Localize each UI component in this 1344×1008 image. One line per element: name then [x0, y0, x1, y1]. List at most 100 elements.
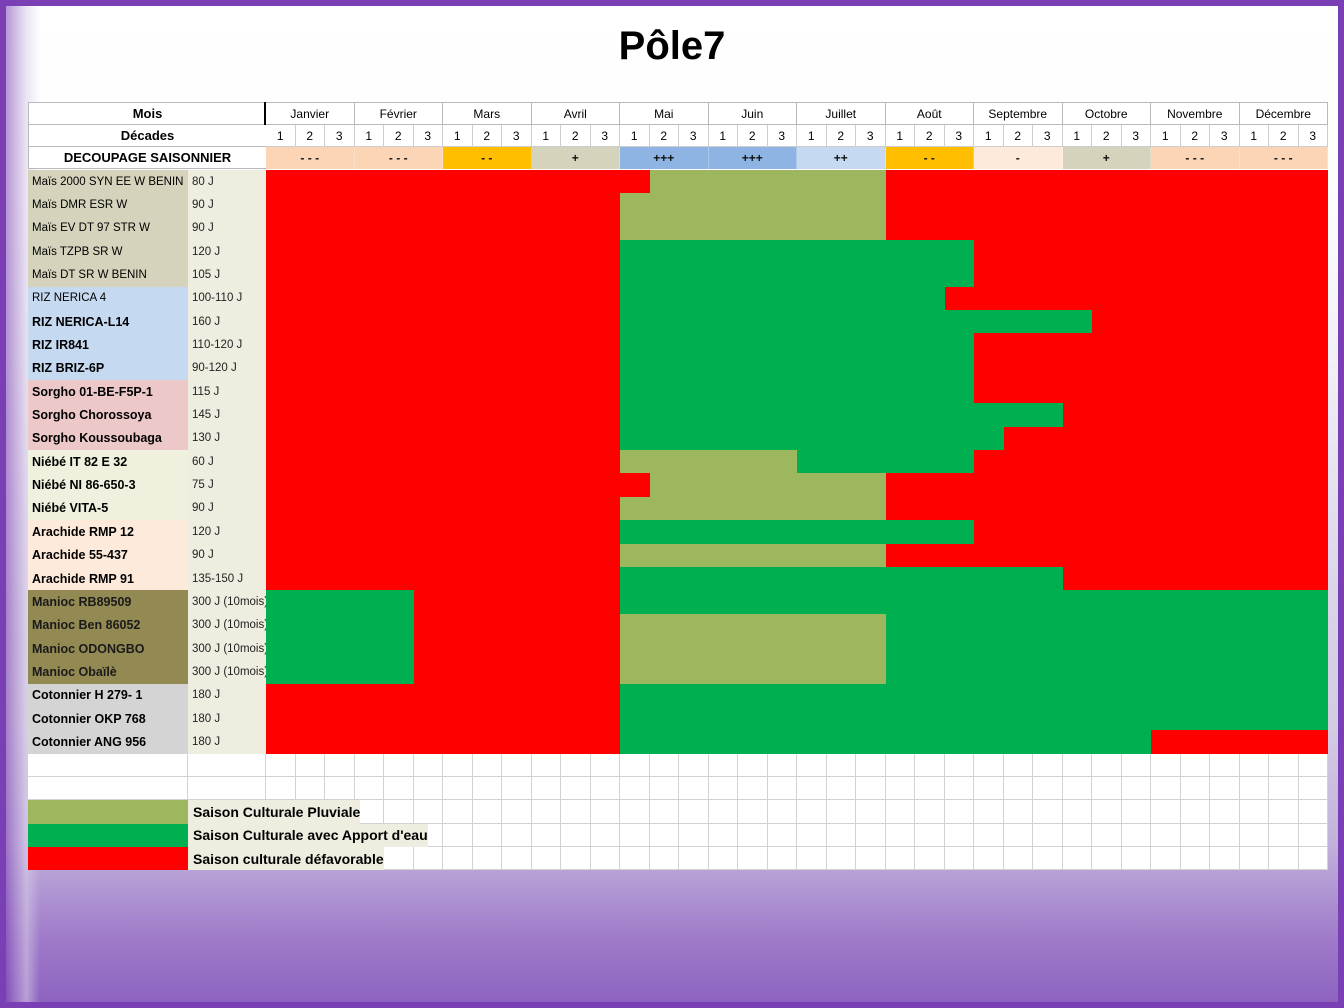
gantt-segment-pluviale: [620, 450, 797, 474]
crop-label-column: Maïs 2000 SYN EE W BENIN 80 J Maïs DMR ESR…: [28, 170, 266, 754]
gantt-row: [266, 496, 1328, 521]
empty-grid-cell: [413, 753, 443, 778]
crop-row-label: Sorgho Koussoubaga 130 J: [28, 426, 266, 451]
seasonal-cell-mars: - -: [443, 147, 532, 169]
empty-grid-cell: [1033, 800, 1063, 824]
empty-grid-cell: [708, 777, 738, 801]
empty-grid-cell: [590, 777, 620, 801]
empty-grid-cell: [1151, 847, 1181, 871]
header-label-decades: Décades: [28, 125, 266, 147]
gantt-segment-apport_eau: [620, 380, 974, 404]
empty-grid-cell: [679, 800, 709, 824]
empty-grid-cell: [590, 847, 620, 871]
empty-grid-cell: [354, 753, 384, 778]
empty-grid-cell: [944, 753, 974, 778]
empty-grid-cell: [944, 823, 974, 848]
gantt-row: [266, 683, 1328, 707]
legend-row: Saison culturale défavorable: [28, 847, 428, 871]
empty-grid-cell: [1151, 823, 1181, 848]
decade-header-février-2: 2: [384, 125, 414, 147]
gantt-row: [266, 170, 1328, 194]
empty-grid-cell: [915, 777, 945, 801]
empty-grid-cell: [1003, 800, 1033, 824]
decade-header-juin-3: 3: [767, 125, 797, 147]
decade-header-avril-3: 3: [590, 125, 620, 147]
crop-row-label: Cotonnier OKP 768 180 J: [28, 706, 266, 731]
empty-grid-cell: [384, 753, 414, 778]
empty-grid-cell: [620, 847, 650, 871]
empty-grid-cell: [443, 753, 473, 778]
legend-label: Saison culturale défavorable: [188, 847, 384, 871]
crop-duration: 90 J: [188, 193, 266, 217]
seasonal-cell-avril: +: [531, 147, 620, 169]
gantt-segment-apport_eau: [620, 566, 1063, 591]
gantt-segment-pluviale: [620, 660, 886, 684]
empty-grid-cell: [679, 847, 709, 871]
empty-grid-cell: [915, 823, 945, 848]
gantt-segment-pluviale: [620, 216, 886, 241]
gantt-row: [266, 216, 1328, 241]
gantt-segment-pluviale: [620, 496, 886, 521]
empty-grid-cell: [915, 753, 945, 778]
decade-header-février-3: 3: [413, 125, 443, 147]
crop-duration: 60 J: [188, 450, 266, 474]
empty-grid-cell: [1180, 753, 1210, 778]
crop-duration: 160 J: [188, 310, 266, 334]
empty-grid-cell: [325, 753, 355, 778]
crop-row-label: Arachide RMP 12 120 J: [28, 520, 266, 544]
decade-header-octobre-3: 3: [1121, 125, 1151, 147]
crop-duration: 110-120 J: [188, 333, 266, 357]
empty-grid-cell: [1269, 753, 1299, 778]
decade-header-cells: 123123123123123123123123123123123123: [266, 125, 1328, 147]
decade-header-octobre-1: 1: [1062, 125, 1092, 147]
empty-grid-cell: [188, 753, 266, 778]
crop-row-label: Cotonnier ANG 956 180 J: [28, 730, 266, 754]
gantt-segment-apport_eau: [620, 310, 1092, 334]
empty-grid-cell: [944, 777, 974, 801]
crop-name: RIZ BRIZ-6P: [28, 356, 188, 381]
crop-row-label: RIZ BRIZ-6P 90-120 J: [28, 356, 266, 381]
empty-grid-cell: [1210, 800, 1240, 824]
empty-grid-cell: [856, 777, 886, 801]
empty-grid-cell: [443, 823, 473, 848]
decade-header-juin-1: 1: [708, 125, 738, 147]
crop-name: Maïs DMR ESR W: [28, 193, 188, 217]
crop-row-label: Maïs EV DT 97 STR W 90 J: [28, 216, 266, 241]
empty-grid-cell: [472, 823, 502, 848]
crop-name: RIZ NERICA-L14: [28, 310, 188, 334]
empty-grid-cell: [679, 823, 709, 848]
empty-grid-cell: [1003, 823, 1033, 848]
decade-header-mai-1: 1: [620, 125, 650, 147]
month-header-septembre: Septembre: [974, 102, 1063, 125]
gantt-row: [266, 193, 1328, 217]
empty-grid-cell: [649, 753, 679, 778]
empty-grid-cell: [797, 823, 827, 848]
empty-grid-cell: [649, 847, 679, 871]
empty-grid-cell: [738, 847, 768, 871]
crop-duration: 145 J: [188, 403, 266, 427]
gantt-row: [266, 403, 1328, 427]
decade-header-juillet-3: 3: [856, 125, 886, 147]
seasonal-cell-octobre: +: [1062, 147, 1151, 169]
legend-swatch: [28, 800, 188, 824]
empty-grid-cell: [590, 753, 620, 778]
legend-row: Saison Culturale Pluviale: [28, 800, 428, 824]
month-header-mars: Mars: [443, 102, 532, 125]
crop-duration: 120 J: [188, 520, 266, 544]
empty-grid-cell: [620, 823, 650, 848]
crop-duration: 90 J: [188, 496, 266, 521]
crop-row-label: Manioc Ben 86052 300 J (10mois): [28, 613, 266, 637]
month-header-juin: Juin: [708, 102, 797, 125]
gantt-row: [266, 706, 1328, 731]
gantt-segment-apport_eau: [620, 403, 1063, 427]
gantt-row: [266, 520, 1328, 544]
gantt-row: [266, 450, 1328, 474]
decade-header-février-1: 1: [354, 125, 384, 147]
crop-row-label: Arachide 55-437 90 J: [28, 543, 266, 567]
crop-row-label: Manioc RB89509 300 J (10mois): [28, 590, 266, 614]
month-header-mai: Mai: [620, 102, 709, 125]
empty-grid-cell: [1180, 777, 1210, 801]
gantt-row: [266, 660, 1328, 684]
empty-grid-cell: [1180, 800, 1210, 824]
empty-grid-cell: [974, 800, 1004, 824]
